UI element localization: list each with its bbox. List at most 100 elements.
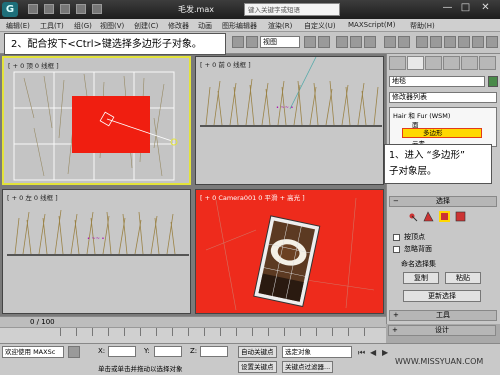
- close-button[interactable]: ✕: [478, 2, 493, 16]
- front-view-scene: • ~~ •: [200, 57, 382, 127]
- menu-graph-editors[interactable]: 图形编辑器: [222, 21, 257, 31]
- z-coordinate-field[interactable]: [200, 346, 228, 357]
- modify-tab-icon[interactable]: [407, 56, 424, 70]
- menu-edit[interactable]: 编辑(E): [6, 21, 30, 31]
- selection-filter-dropdown[interactable]: 选定对象: [282, 346, 352, 358]
- menu-create[interactable]: 创建(C): [134, 21, 158, 31]
- x-coordinate-field[interactable]: [108, 346, 136, 357]
- callout-line-2: 子对象层。: [389, 166, 437, 177]
- menu-help[interactable]: 帮助(H): [410, 21, 435, 31]
- auto-key-button[interactable]: 自动关键点: [238, 346, 277, 358]
- previous-frame-icon[interactable]: ◀: [370, 348, 379, 357]
- undo-icon[interactable]: [76, 4, 86, 14]
- left-view-scene: • ~~ •: [7, 209, 189, 256]
- menu-tools[interactable]: 工具(T): [40, 21, 64, 31]
- redo-icon[interactable]: [92, 4, 102, 14]
- select-object-icon[interactable]: [246, 36, 258, 48]
- copy-button[interactable]: 复制: [403, 272, 439, 284]
- menu-group[interactable]: 组(G): [74, 21, 92, 31]
- set-key-button[interactable]: 设置关键点: [238, 361, 277, 373]
- search-input[interactable]: 键入关键字或短语: [244, 3, 340, 16]
- menu-rendering[interactable]: 渲染(R): [268, 21, 292, 31]
- ignore-backface-row[interactable]: 忽略背面: [393, 244, 432, 254]
- viewport-area: [ + 0 顶 0 线框 ] [ + 0 前 0 线框 ] • ~~ • [+…: [0, 54, 386, 316]
- lock-selection-icon[interactable]: [68, 346, 80, 358]
- open-file-icon[interactable]: [44, 4, 54, 14]
- by-vertex-row[interactable]: 按顶点: [393, 232, 425, 242]
- modifier-list-dropdown[interactable]: 修改器列表: [389, 92, 497, 103]
- viewport-label[interactable]: [ + 0 顶 0 线框 ]: [8, 60, 59, 70]
- angle-snap-icon[interactable]: [350, 36, 362, 48]
- track-bar[interactable]: [0, 327, 386, 343]
- time-slider[interactable]: 0 / 100: [0, 316, 386, 327]
- go-to-start-icon[interactable]: ⏮: [358, 348, 367, 357]
- maximize-button[interactable]: □: [458, 2, 473, 16]
- polygon-mode-icon[interactable]: [439, 211, 450, 222]
- layer-manager-icon[interactable]: [416, 36, 428, 48]
- select-link-icon[interactable]: [232, 36, 244, 48]
- paste-button[interactable]: 粘贴: [445, 272, 481, 284]
- schematic-view-icon[interactable]: [444, 36, 456, 48]
- viewport-camera[interactable]: [ + 0 Camera001 0 平滑 + 高光 ]: [195, 189, 384, 314]
- camera-view-scene: [205, 197, 375, 311]
- utilities-tab-icon[interactable]: [479, 56, 496, 70]
- expand-icon: +: [393, 311, 399, 319]
- rollout-label: 选择: [436, 197, 450, 205]
- ignore-backface-checkbox[interactable]: [393, 245, 400, 253]
- play-icon[interactable]: ▶: [382, 348, 391, 357]
- element-mode-icon[interactable]: [455, 211, 466, 222]
- stack-item-hair[interactable]: Hair 和 Fur (WSM): [393, 110, 450, 120]
- hierarchy-tab-icon[interactable]: [425, 56, 442, 70]
- menu-animation[interactable]: 动画: [198, 21, 212, 31]
- rollout-tools[interactable]: + 工具: [389, 310, 497, 321]
- render-setup-icon[interactable]: [472, 36, 484, 48]
- viewport-label[interactable]: [ + 0 前 0 线框 ]: [200, 59, 251, 69]
- viewport-label[interactable]: [ + 0 Camera001 0 平滑 + 高光 ]: [200, 192, 305, 202]
- render-icon[interactable]: [486, 36, 498, 48]
- minimize-button[interactable]: —: [440, 2, 455, 16]
- stack-item-polygon[interactable]: 多边形: [402, 128, 482, 138]
- curve-editor-icon[interactable]: [430, 36, 442, 48]
- save-file-icon[interactable]: [60, 4, 70, 14]
- menu-maxscript[interactable]: MAXScript(M): [348, 21, 395, 29]
- viewport-top[interactable]: [ + 0 顶 0 线框 ]: [2, 56, 191, 185]
- menu-view[interactable]: 视图(V): [100, 21, 124, 31]
- key-filters-button[interactable]: 关键点过滤器...: [282, 361, 334, 373]
- time-slider-label: 0 / 100: [30, 318, 55, 326]
- pivot-icon[interactable]: [304, 36, 316, 48]
- object-color-swatch[interactable]: [488, 76, 498, 87]
- maxscript-listener[interactable]: 欢迎使用 MAXSc: [2, 346, 64, 358]
- named-selection-label: 命名选择集: [401, 260, 436, 268]
- rollout-selection[interactable]: − 选择: [389, 196, 497, 207]
- face-mode-icon[interactable]: [423, 211, 434, 222]
- percent-snap-icon[interactable]: [364, 36, 376, 48]
- rollout-label: 工具: [436, 311, 450, 319]
- rollout-design[interactable]: + 设计: [388, 325, 496, 336]
- display-tab-icon[interactable]: [461, 56, 478, 70]
- mirror-icon[interactable]: [384, 36, 396, 48]
- create-tab-icon[interactable]: [389, 56, 406, 70]
- command-panel-tabs: [389, 56, 499, 70]
- motion-tab-icon[interactable]: [443, 56, 460, 70]
- by-vertex-checkbox[interactable]: [393, 233, 400, 241]
- align-icon[interactable]: [398, 36, 410, 48]
- select-manipulate-icon[interactable]: [318, 36, 330, 48]
- reference-coordinate-select[interactable]: 视图: [260, 36, 300, 48]
- snaps-toggle-icon[interactable]: [336, 36, 348, 48]
- vertex-mode-icon[interactable]: [407, 211, 418, 222]
- viewport-front[interactable]: [ + 0 前 0 线框 ] • ~~ •: [195, 56, 384, 185]
- app-logo-icon[interactable]: G: [2, 2, 18, 17]
- new-file-icon[interactable]: [28, 4, 38, 14]
- menu-modifiers[interactable]: 修改器: [168, 21, 189, 31]
- menu-customize[interactable]: 自定义(U): [304, 21, 336, 31]
- z-label: Z:: [190, 347, 198, 355]
- update-selection-button[interactable]: 更新选择: [403, 290, 481, 302]
- material-editor-icon[interactable]: [458, 36, 470, 48]
- y-coordinate-field[interactable]: [154, 346, 182, 357]
- object-name-field[interactable]: 地毯: [389, 76, 485, 87]
- viewport-label[interactable]: [ + 0 左 0 线框 ]: [7, 192, 58, 202]
- rollout-label: 设计: [435, 326, 449, 334]
- viewport-left[interactable]: [ + 0 左 0 线框 ] • ~~ •: [2, 189, 191, 314]
- instruction-callout-step1: 1、进入 “多边形” 子对象层。: [384, 144, 492, 184]
- modifier-stack: Hair 和 Fur (WSM) 面 多边形 元素: [389, 107, 497, 148]
